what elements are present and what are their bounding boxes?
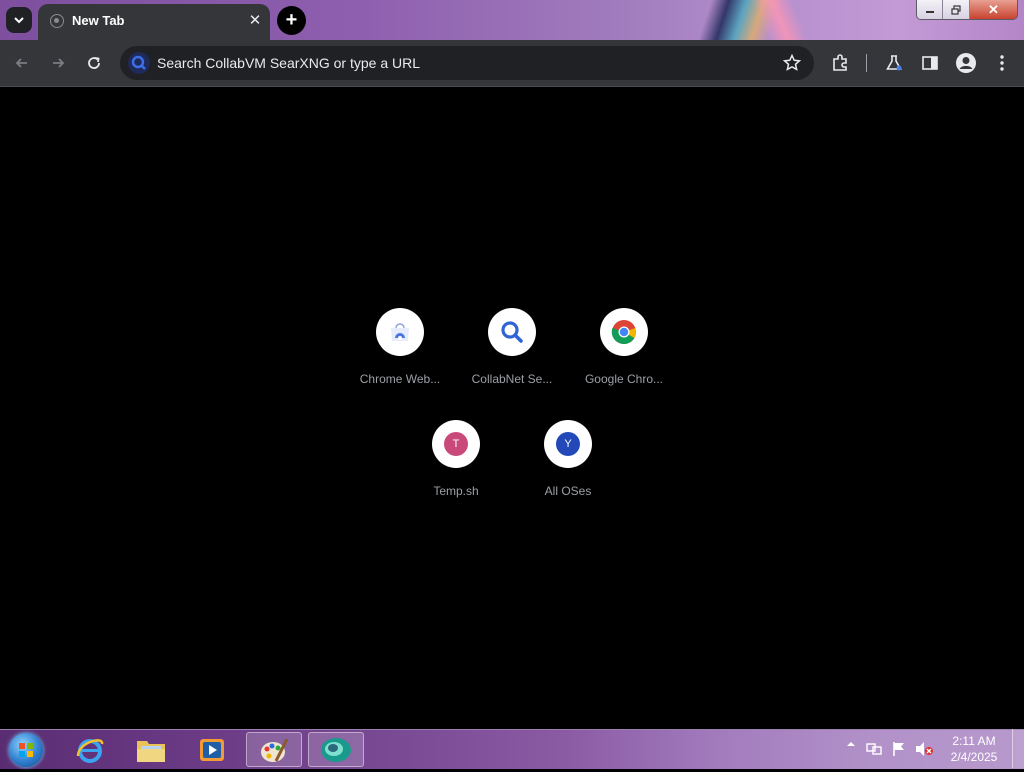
- file-explorer-icon: [137, 740, 165, 762]
- extensions-button[interactable]: [829, 52, 851, 74]
- title-bar: New Tab ✕ + ✕: [0, 0, 1024, 40]
- restore-button[interactable]: [943, 0, 970, 19]
- media-player-icon: [200, 738, 224, 761]
- chromium-icon: [321, 737, 351, 762]
- toolbar-divider: [866, 54, 867, 72]
- tab-close-icon[interactable]: ✕: [246, 12, 264, 30]
- puzzle-piece-icon: [833, 54, 847, 71]
- search-engine-icon: [128, 52, 150, 74]
- browser-toolbar: Search CollabVM SearXNG or type a URL: [0, 40, 1024, 87]
- window-controls: ✕: [916, 0, 1018, 20]
- shortcut-icon-circle: [600, 308, 648, 356]
- shortcut-label: Chrome Web...: [359, 372, 441, 386]
- shortcut-icon-circle: [376, 308, 424, 356]
- tab-new-tab[interactable]: New Tab ✕: [38, 4, 270, 40]
- chevron-down-icon: [14, 17, 24, 24]
- minimize-icon: [925, 10, 934, 13]
- letter-avatar-icon: T: [444, 432, 468, 456]
- shortcut-tile[interactable]: Google Chro...: [568, 308, 680, 408]
- shortcut-label: CollabNet Se...: [471, 372, 553, 386]
- shortcut-tile[interactable]: Y All OSes: [512, 420, 624, 520]
- clock-time: 2:11 AM: [952, 734, 996, 748]
- close-button[interactable]: ✕: [969, 0, 1017, 19]
- tab-title: New Tab: [72, 13, 125, 28]
- kebab-menu-icon: [1000, 55, 1004, 71]
- paint-icon: [261, 737, 289, 762]
- avatar-icon: [956, 53, 976, 73]
- profile-button[interactable]: [955, 52, 977, 74]
- address-bar-input[interactable]: Search CollabVM SearXNG or type a URL: [157, 55, 420, 71]
- new-tab-button[interactable]: +: [277, 6, 306, 35]
- taskbar-chromium[interactable]: [308, 732, 364, 767]
- network-icon[interactable]: [866, 741, 884, 757]
- shortcut-icon-circle: T: [432, 420, 480, 468]
- chrome-logo-icon: [611, 320, 637, 345]
- search-magnifier-icon: [501, 321, 523, 343]
- restore-icon: [951, 4, 961, 15]
- arrow-right-icon: [53, 58, 65, 68]
- shortcut-label: Google Chro...: [584, 372, 664, 386]
- address-bar[interactable]: Search CollabVM SearXNG or type a URL: [120, 46, 814, 80]
- clock-date: 2/4/2025: [950, 750, 998, 764]
- shortcut-tile[interactable]: T Temp.sh: [400, 420, 512, 520]
- reload-button[interactable]: [82, 51, 106, 75]
- taskbar-internet-explorer[interactable]: [62, 732, 118, 767]
- show-hidden-icons-icon[interactable]: [846, 740, 856, 748]
- internet-explorer-icon: [76, 738, 104, 763]
- back-button[interactable]: [10, 51, 34, 75]
- new-tab-page: Chrome Web... CollabNet Se... Google Chr…: [0, 87, 1024, 729]
- chrome-web-store-icon: [391, 323, 409, 341]
- reload-icon: [88, 57, 100, 69]
- shortcut-label: Temp.sh: [433, 484, 479, 498]
- taskbar-paint[interactable]: [246, 732, 302, 767]
- windows-logo-icon: [19, 742, 33, 757]
- start-orb-icon: [9, 732, 43, 767]
- side-panel-button[interactable]: [919, 52, 941, 74]
- taskbar-media-player[interactable]: [184, 732, 240, 767]
- shortcut-icon-circle: Y: [544, 420, 592, 468]
- shortcut-tile[interactable]: CollabNet Se...: [456, 308, 568, 408]
- volume-muted-icon[interactable]: [914, 741, 934, 757]
- minimize-button[interactable]: [917, 0, 944, 19]
- menu-button[interactable]: [991, 52, 1013, 74]
- system-clock[interactable]: 2:11 AM 2/4/2025: [944, 733, 1004, 765]
- shortcut-icon-circle: [488, 308, 536, 356]
- labs-button[interactable]: [883, 52, 905, 74]
- show-desktop-button[interactable]: [1012, 729, 1024, 768]
- bookmark-star-icon[interactable]: [782, 53, 802, 73]
- shortcut-label: All OSes: [544, 484, 592, 498]
- letter-avatar-icon: Y: [556, 432, 580, 456]
- flask-icon: [886, 55, 902, 71]
- start-button[interactable]: [6, 731, 46, 768]
- action-center-flag-icon[interactable]: [891, 741, 907, 757]
- shortcut-tile[interactable]: Chrome Web...: [344, 308, 456, 408]
- arrow-left-icon: [15, 58, 27, 68]
- forward-button[interactable]: [46, 51, 70, 75]
- taskbar-file-explorer[interactable]: [123, 732, 179, 767]
- new-tab-favicon-icon: [50, 14, 64, 28]
- tab-search-button[interactable]: [6, 7, 32, 33]
- side-panel-icon: [922, 56, 938, 70]
